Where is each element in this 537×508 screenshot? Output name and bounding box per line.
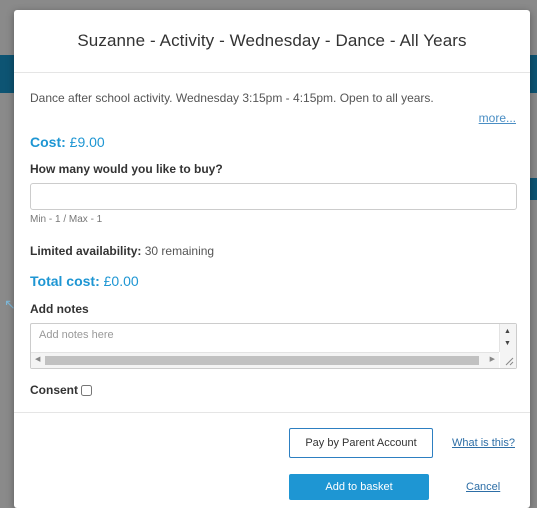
scroll-down-icon[interactable]: ▼ xyxy=(504,340,511,347)
notes-vertical-scrollbar[interactable]: ▲ ▼ xyxy=(499,324,516,352)
notes-horizontal-scrollbar[interactable]: ◀ ▶ xyxy=(31,352,499,368)
activity-description: Dance after school activity. Wednesday 3… xyxy=(30,91,434,105)
more-link[interactable]: more... xyxy=(479,111,516,125)
notes-label: Add notes xyxy=(30,302,89,316)
scrollbar-thumb[interactable] xyxy=(45,356,479,365)
availability-value: 30 remaining xyxy=(144,244,215,258)
scroll-left-icon[interactable]: ◀ xyxy=(35,356,40,364)
quantity-label: How many would you like to buy? xyxy=(30,162,223,176)
footer-divider xyxy=(14,412,530,413)
total-cost-line: Total cost: £0.00 xyxy=(30,273,139,289)
add-to-basket-button[interactable]: Add to basket xyxy=(289,474,429,500)
quantity-input[interactable] xyxy=(30,183,517,210)
scroll-up-icon[interactable]: ▲ xyxy=(504,328,511,335)
cost-label: Cost: xyxy=(30,134,66,150)
cancel-link[interactable]: Cancel xyxy=(466,481,500,493)
min-max-hint: Min - 1 / Max - 1 xyxy=(30,214,103,225)
purchase-modal: Suzanne - Activity - Wednesday - Dance -… xyxy=(14,10,530,508)
consent-label: Consent xyxy=(30,383,78,397)
modal-title: Suzanne - Activity - Wednesday - Dance -… xyxy=(77,31,467,50)
total-cost-value: £0.00 xyxy=(103,273,139,289)
notes-textarea[interactable] xyxy=(31,324,499,352)
cost-line: Cost: £9.00 xyxy=(30,134,105,150)
availability-label: Limited availability: xyxy=(30,244,142,258)
scroll-right-icon[interactable]: ▶ xyxy=(490,356,495,364)
total-cost-label: Total cost: xyxy=(30,273,100,289)
cost-value: £9.00 xyxy=(69,134,105,150)
background-arrow-icon: ↖ xyxy=(4,296,16,312)
consent-checkbox[interactable] xyxy=(81,384,92,396)
pay-by-parent-account-button[interactable]: Pay by Parent Account xyxy=(289,428,433,458)
availability-line: Limited availability: 30 remaining xyxy=(30,244,214,258)
resize-grip-icon[interactable] xyxy=(500,352,516,368)
modal-header: Suzanne - Activity - Wednesday - Dance -… xyxy=(14,10,530,73)
notes-box: ▲ ▼ ◀ ▶ xyxy=(30,323,517,369)
consent-row[interactable]: Consent xyxy=(30,383,92,397)
what-is-this-link[interactable]: What is this? xyxy=(452,437,515,449)
